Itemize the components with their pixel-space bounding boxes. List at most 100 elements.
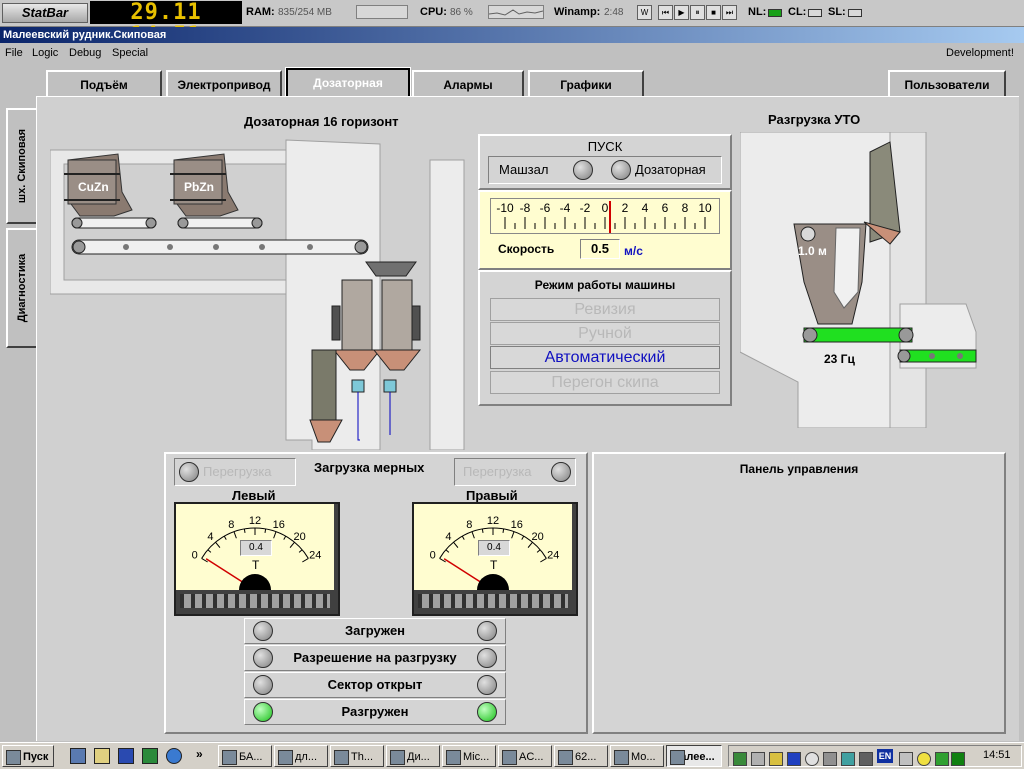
cpu-graph [488, 5, 544, 19]
task-button[interactable]: Мо... [610, 745, 664, 767]
outlet-conveyor [899, 349, 977, 363]
task-button-active[interactable]: Малее... [666, 745, 722, 767]
tray-app-icon[interactable] [899, 752, 913, 766]
menu-development[interactable]: Development! [946, 47, 1014, 59]
tray-app-icon[interactable] [859, 752, 873, 766]
status-led-right [477, 621, 497, 641]
menu-file[interactable]: File [5, 47, 23, 59]
tray-app-icon[interactable] [769, 752, 783, 766]
tray-bulb-icon[interactable] [917, 752, 931, 766]
mode-manual-button[interactable]: Ручной [490, 322, 720, 345]
task-button[interactable]: Th... [330, 745, 384, 767]
tray-app-icon[interactable] [751, 752, 765, 766]
tray-app-icon[interactable] [823, 752, 837, 766]
side-tab-diagnostics[interactable]: Диагностика [6, 228, 36, 348]
left-gauge-value: 0.4 [240, 540, 272, 556]
tray-clock-icon[interactable] [805, 752, 819, 766]
start-button[interactable]: Пуск [2, 745, 54, 767]
task-button[interactable]: дл... [274, 745, 328, 767]
gauge-tick [445, 549, 450, 553]
task-button[interactable]: БА... [218, 745, 272, 767]
winamp-next-button[interactable]: ⏭ [722, 5, 737, 20]
right-weight-gauge: 0 4 8 12 16 20 24 0.4 Т [412, 502, 578, 616]
gauge-tick-label: 24 [547, 549, 559, 561]
measure-title: Загрузка мерных [314, 460, 425, 475]
tray-app-icon[interactable] [935, 752, 949, 766]
tab-users[interactable]: Пользователи [888, 70, 1006, 96]
quicklaunch-desktop-icon[interactable] [70, 748, 86, 764]
tray-language-indicator[interactable]: EN [877, 749, 893, 763]
overload-right: Перегрузка [454, 458, 576, 486]
tray-play-icon[interactable] [787, 752, 801, 766]
gauge-tick [283, 535, 287, 540]
winamp-logo-button[interactable]: W [637, 5, 652, 20]
tab-alarms[interactable]: Алармы [412, 70, 524, 96]
gauge-tick-label: 16 [273, 519, 285, 531]
start-right-radio[interactable] [611, 160, 631, 180]
feeder-pbzn [177, 217, 263, 229]
gauge-tick-label: 4 [445, 531, 451, 543]
mode-auto-button[interactable]: Автоматический [490, 346, 720, 369]
gauge-tick [223, 535, 227, 540]
gauge-hub [477, 574, 509, 590]
side-tab-skip[interactable]: шх. Скиповая [6, 108, 36, 224]
mode-transfer-button[interactable]: Перегон скипа [490, 371, 720, 394]
speed-tick-label: 10 [698, 201, 712, 215]
winamp-prev-button[interactable]: ⏮ [658, 5, 673, 20]
gauge-tick-label: 20 [531, 531, 543, 543]
tray-app-icon[interactable] [951, 752, 965, 766]
uto-conveyor [803, 327, 913, 343]
speed-tick-label: 4 [642, 201, 649, 215]
left-gauge-label: Левый [232, 488, 276, 503]
speed-panel: -10 -8 -6 -4 -2 0 2 4 6 8 10 Скорость 0.5 м/с [478, 190, 732, 270]
quicklaunch-excel-icon[interactable] [142, 748, 158, 764]
task-button[interactable]: AC... [498, 745, 552, 767]
menu-debug[interactable]: Debug [69, 47, 101, 59]
task-button[interactable]: 62... [554, 745, 608, 767]
tray-network-icon[interactable] [733, 752, 747, 766]
tab-electrodrive[interactable]: Электропривод [166, 70, 282, 96]
gauge-tick [502, 528, 505, 533]
speed-tick-label: 2 [622, 201, 629, 215]
winamp-pause-button[interactable]: ⏸ [690, 5, 705, 20]
dosing-title: Дозаторная 16 горизонт [244, 114, 399, 129]
statbar-logo[interactable]: StatBar [2, 3, 88, 23]
status-row-unload-permit: Разрешение на разгрузку [244, 645, 506, 671]
gauge-tick [540, 558, 547, 563]
status-row-unloaded: Разгружен [244, 699, 506, 725]
quicklaunch-ie-icon[interactable] [166, 748, 182, 764]
overload-left: Перегрузка [174, 458, 296, 486]
tab-graphs[interactable]: Графики [528, 70, 644, 96]
menu-logic[interactable]: Logic [32, 47, 58, 59]
gauge-tick [521, 535, 525, 540]
mode-revision-button[interactable]: Ревизия [490, 298, 720, 321]
gauge-tick [481, 528, 484, 533]
quicklaunch-word-icon[interactable] [118, 748, 134, 764]
task-button[interactable]: Ди... [386, 745, 440, 767]
start-left-radio[interactable] [573, 160, 593, 180]
gauge-tick [264, 528, 267, 533]
dosing-diagram [50, 139, 465, 450]
quicklaunch-notepad-icon[interactable] [94, 748, 110, 764]
unload-title: Разгрузка УТО [768, 112, 861, 127]
feeder-cuzn [71, 217, 157, 229]
left-gauge-base [180, 594, 330, 608]
bin-pbzn-label: PbZn [184, 180, 214, 194]
winamp-play-button[interactable]: ▶ [674, 5, 689, 20]
winamp-stop-button[interactable]: ■ [706, 5, 721, 20]
side-tab-skip-label: шх. Скиповая [16, 128, 28, 204]
tab-podyom[interactable]: Подъём [46, 70, 162, 96]
overload-right-label: Перегрузка [463, 464, 532, 479]
bin-cuzn-label: CuZn [78, 180, 109, 194]
menu-special[interactable]: Special [112, 47, 148, 59]
nl-indicator-icon [768, 9, 782, 17]
status-label: Разгружен [341, 704, 409, 719]
quicklaunch-more-icon[interactable]: » [196, 747, 203, 761]
task-button[interactable]: Mic... [442, 745, 496, 767]
start-selector: Машзал Дозаторная [488, 156, 722, 184]
statbar-clock: 29.11 14:51 [90, 1, 242, 47]
control-panel-title: Панель управления [739, 462, 859, 476]
tray-app-icon[interactable] [841, 752, 855, 766]
start-right-label: Дозаторная [635, 162, 706, 177]
speed-tick-label: 8 [682, 201, 689, 215]
